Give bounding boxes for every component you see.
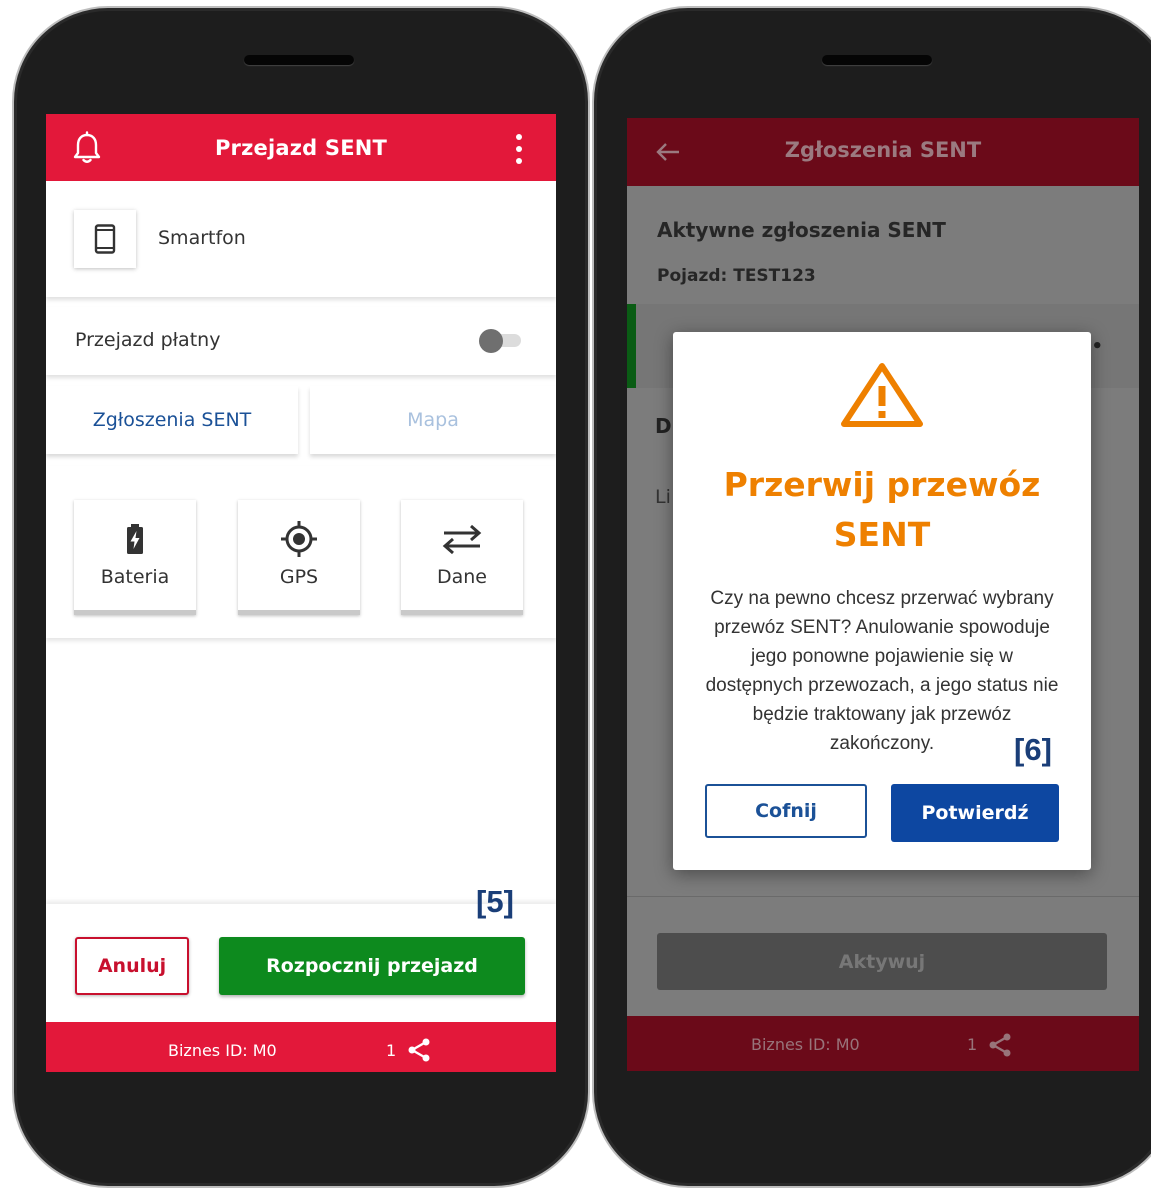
toll-toggle[interactable] (479, 329, 521, 353)
share-icon[interactable] (406, 1037, 432, 1063)
right-phone-frame: Zgłoszenia SENT Aktywne zgłoszenia SENT … (592, 6, 1151, 1188)
business-id: Biznes ID: M0 (168, 1041, 277, 1060)
back-button[interactable]: Cofnij (705, 784, 867, 838)
page-title: Zgłoszenia SENT (784, 138, 982, 162)
more-menu-icon[interactable] (514, 134, 524, 164)
list-label-partial: Li (655, 486, 671, 508)
tile-gps-label: GPS (279, 566, 319, 588)
share-count: 1 (967, 1035, 978, 1054)
battery-icon (127, 524, 143, 554)
tile-gps[interactable]: GPS (238, 500, 360, 615)
cancel-button[interactable]: Anuluj (75, 937, 189, 995)
vehicle-label: Pojazd: TEST123 (657, 266, 816, 286)
active-status-bar (627, 304, 636, 388)
step-label-5: [5] (476, 884, 514, 919)
dialog-title-line2: SENT (833, 515, 931, 554)
tile-battery-label: Bateria (100, 566, 170, 588)
speaker-grille (822, 55, 932, 65)
app-bar: Przejazd SENT (46, 114, 556, 181)
business-id: Biznes ID: M0 (751, 1035, 860, 1054)
footer-bar: Biznes ID: M0 1 (46, 1022, 556, 1072)
section-heading-partial: D (655, 414, 672, 438)
share-count: 1 (386, 1041, 397, 1060)
app-bar: Zgłoszenia SENT (627, 118, 1139, 186)
confirm-dialog: Przerwij przewóz SENT Czy na pewno chces… (673, 332, 1091, 870)
warning-icon (841, 363, 923, 427)
share-icon[interactable] (987, 1032, 1013, 1058)
tile-data-label: Dane (436, 566, 487, 588)
bell-icon[interactable] (71, 131, 103, 165)
device-card[interactable]: Smartfon (46, 181, 556, 297)
tab-sent-reports[interactable]: Zgłoszenia SENT (46, 386, 298, 454)
speaker-grille (244, 55, 354, 65)
data-transfer-icon (442, 524, 482, 555)
device-label: Smartfon (158, 227, 246, 249)
tile-data[interactable]: Dane (401, 500, 523, 615)
toggle-thumb (479, 329, 503, 353)
footer-bar: Biznes ID: M0 1 (627, 1016, 1139, 1071)
toll-row: Przejazd płatny (46, 307, 556, 375)
dialog-message: Czy na pewno chcesz przerwać wybrany prz… (705, 588, 1059, 754)
start-trip-button[interactable]: Rozpocznij przejazd (219, 937, 525, 995)
tile-battery[interactable]: Bateria (74, 500, 196, 615)
left-phone-frame: Przejazd SENT Smartfon Przejazd płatny Z… (12, 6, 590, 1188)
page-title: Przejazd SENT (214, 135, 388, 160)
left-screen: Przejazd SENT Smartfon Przejazd płatny Z… (46, 114, 556, 1072)
dialog-title: Przerwij przewóz SENT (673, 460, 1091, 560)
step-label-6: [6] (1014, 732, 1052, 767)
toll-label: Przejazd płatny (75, 329, 221, 351)
confirm-button[interactable]: Potwierdź (891, 784, 1059, 842)
dialog-title-line1: Przerwij przewóz (723, 465, 1041, 504)
bottom-actions: Anuluj Rozpocznij przejazd (46, 904, 556, 1022)
gps-icon (281, 521, 317, 557)
activate-button[interactable]: Aktywuj (657, 933, 1107, 990)
divider (627, 896, 1139, 897)
status-tiles: Bateria GPS Dane (46, 466, 556, 638)
right-screen: Zgłoszenia SENT Aktywne zgłoszenia SENT … (627, 118, 1139, 1071)
tab-map[interactable]: Mapa (310, 386, 556, 454)
device-icon-box (74, 210, 136, 268)
section-heading: Aktywne zgłoszenia SENT (657, 218, 946, 242)
smartphone-icon (94, 224, 116, 254)
